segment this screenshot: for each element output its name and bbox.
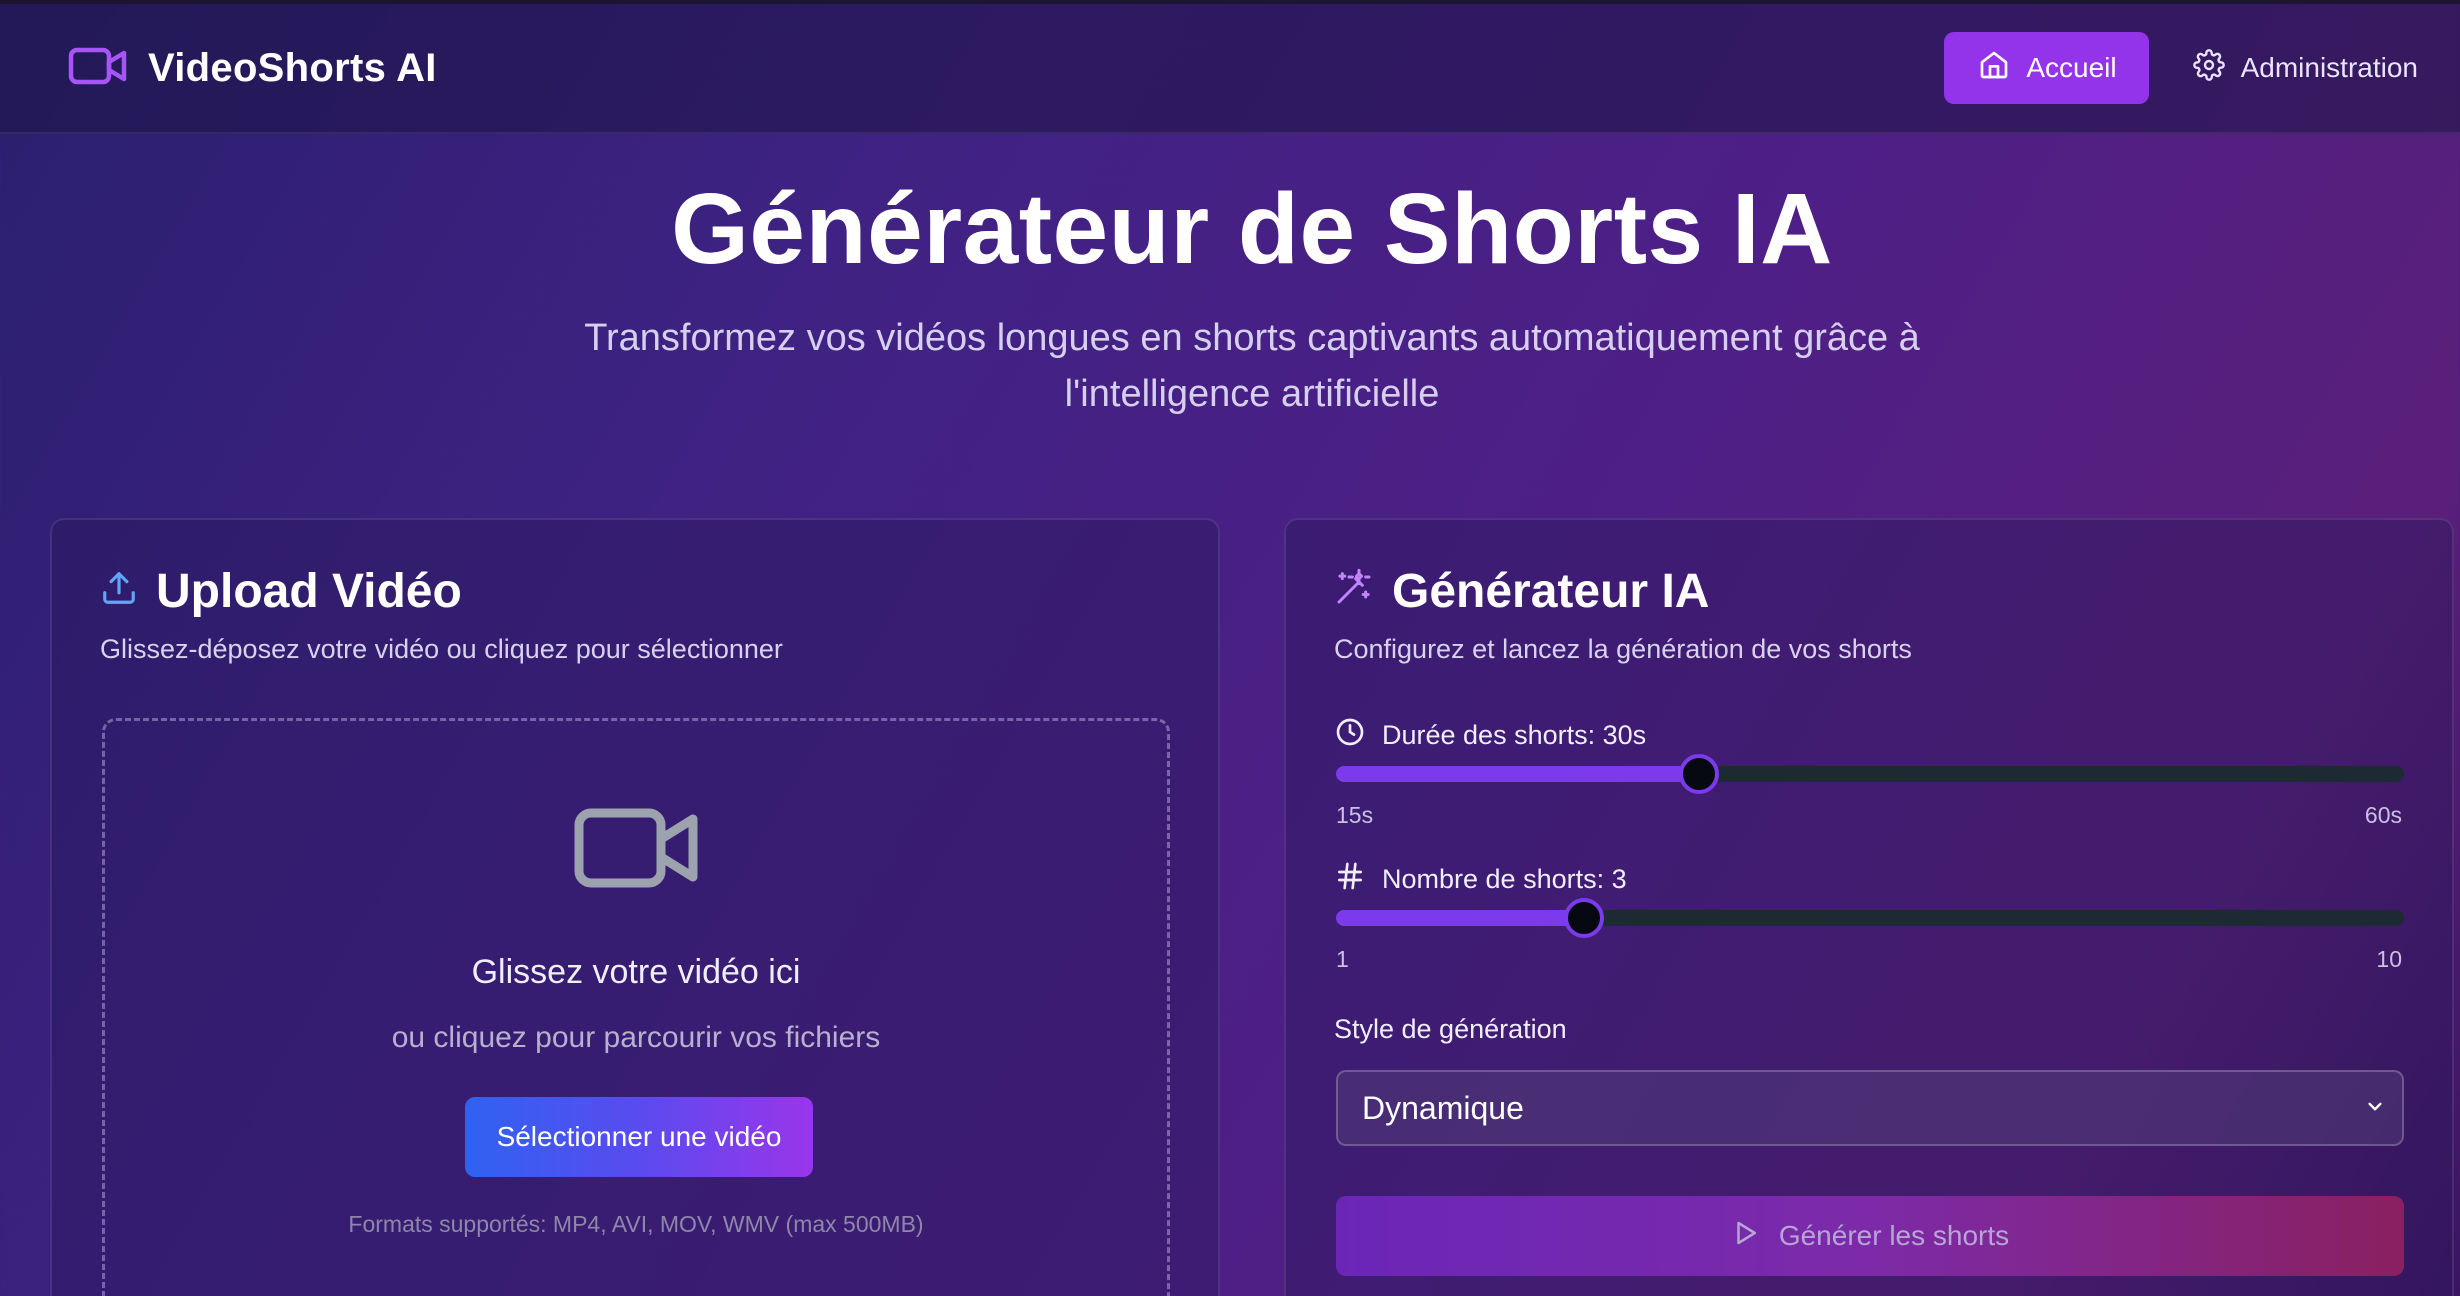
duration-min-label: 15s bbox=[1336, 802, 1374, 828]
count-min-label: 1 bbox=[1336, 946, 1349, 972]
count-slider-thumb[interactable] bbox=[1564, 898, 1605, 938]
home-icon bbox=[1978, 49, 2010, 88]
brand[interactable]: VideoShorts AI bbox=[68, 46, 437, 91]
drop-zone-subtitle: ou cliquez pour parcourir vos fichiers bbox=[391, 1021, 881, 1054]
video-camera-icon bbox=[68, 46, 128, 91]
style-select[interactable]: Dynamique bbox=[1336, 1070, 2404, 1146]
gear-icon bbox=[2192, 48, 2225, 88]
home-button[interactable]: Accueil bbox=[1944, 32, 2149, 104]
magic-wand-icon bbox=[1334, 564, 1374, 619]
generate-shorts-button[interactable]: Générer les shorts bbox=[1336, 1196, 2404, 1276]
video-camera-icon bbox=[573, 805, 701, 896]
duration-label: Durée des shorts: 30s bbox=[1334, 716, 1646, 755]
clock-icon bbox=[1334, 716, 1366, 755]
supported-formats: Formats supportés: MP4, AVI, MOV, WMV (m… bbox=[348, 1211, 924, 1237]
duration-slider-thumb[interactable] bbox=[1678, 754, 1719, 794]
page-title: Générateur de Shorts IA bbox=[671, 173, 1833, 285]
style-label: Style de génération bbox=[1334, 1014, 1567, 1044]
duration-label-text: Durée des shorts: 30s bbox=[1382, 720, 1647, 750]
upload-card: Upload Vidéo Glissez-déposez votre vidéo… bbox=[50, 518, 1220, 1296]
generator-card-description: Configurez et lancez la génération de vo… bbox=[1334, 634, 1912, 664]
duration-max-label: 60s bbox=[2364, 802, 2402, 828]
count-slider-fill bbox=[1336, 910, 1585, 926]
upload-card-header: Upload Vidéo bbox=[100, 564, 462, 619]
generator-card: Générateur IA Configurez et lancez la gé… bbox=[1284, 518, 2454, 1296]
home-label: Accueil bbox=[2026, 52, 2117, 83]
hash-icon bbox=[1334, 860, 1366, 899]
admin-label: Administration bbox=[2240, 52, 2418, 83]
count-max-label: 10 bbox=[2376, 946, 2402, 972]
play-icon bbox=[1731, 1218, 1761, 1255]
navbar: VideoShorts AI Accueil Administration bbox=[0, 4, 2460, 134]
count-slider[interactable] bbox=[1336, 898, 2404, 938]
upload-icon bbox=[100, 564, 138, 619]
select-video-button[interactable]: Sélectionner une vidéo bbox=[465, 1097, 813, 1177]
admin-link[interactable]: Administration bbox=[2192, 48, 2418, 88]
video-drop-zone[interactable]: Glissez votre vidéo ici ou cliquez pour … bbox=[102, 718, 1170, 1296]
style-select-value: Dynamique bbox=[1362, 1089, 1524, 1126]
upload-card-description: Glissez-déposez votre vidéo ou cliquez p… bbox=[100, 634, 783, 664]
generator-card-header: Générateur IA bbox=[1334, 564, 1709, 619]
duration-slider[interactable] bbox=[1336, 754, 2404, 794]
generate-shorts-label: Générer les shorts bbox=[1778, 1220, 2010, 1251]
upload-card-title: Upload Vidéo bbox=[156, 565, 462, 618]
count-label-text: Nombre de shorts: 3 bbox=[1382, 864, 1627, 894]
duration-slider-fill bbox=[1336, 766, 1699, 782]
chevron-down-icon bbox=[2362, 1090, 2388, 1127]
brand-name: VideoShorts AI bbox=[148, 45, 437, 90]
drop-zone-title: Glissez votre vidéo ici bbox=[471, 953, 801, 991]
generator-card-title: Générateur IA bbox=[1392, 565, 1710, 618]
count-label: Nombre de shorts: 3 bbox=[1334, 860, 1627, 899]
page-subtitle: Transformez vos vidéos longues en shorts… bbox=[584, 317, 1920, 415]
